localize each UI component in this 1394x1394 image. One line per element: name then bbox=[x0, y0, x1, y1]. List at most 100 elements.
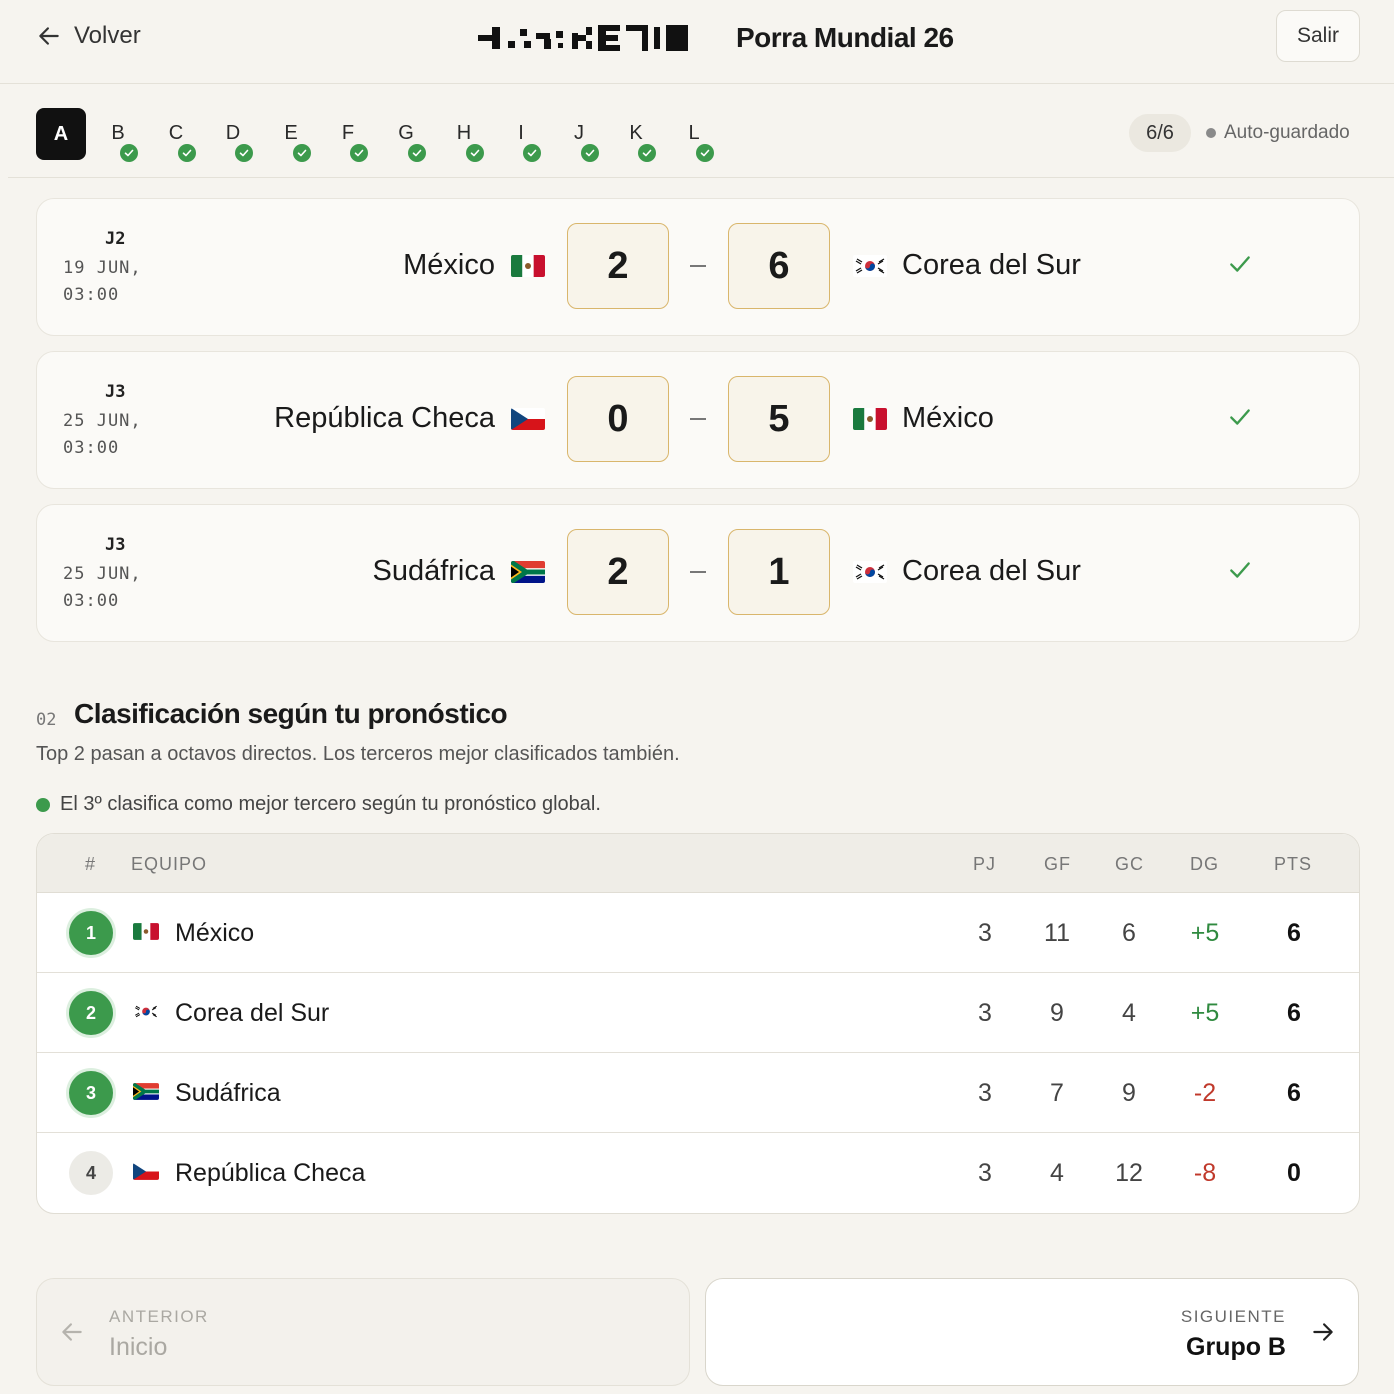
section-title: Clasificación según tu pronóstico bbox=[74, 698, 508, 729]
check-circle-icon bbox=[581, 144, 599, 162]
previous-button[interactable]: ANTERIOR Inicio bbox=[36, 1278, 690, 1386]
match-card: J2 19 JUN, 03:00 México 2 6 Corea del Su… bbox=[36, 198, 1360, 336]
col-position: # bbox=[85, 854, 97, 874]
points: 6 bbox=[1287, 1079, 1301, 1107]
tab-label: H bbox=[456, 122, 472, 144]
check-circle-icon bbox=[466, 144, 484, 162]
goals-against: 9 bbox=[1122, 1079, 1136, 1107]
autosave-label: Auto-guardado bbox=[1224, 122, 1350, 143]
match-card: J3 25 JUN, 03:00 República Checa 0 5 Méx… bbox=[36, 351, 1360, 489]
arrow-right-icon bbox=[1313, 1323, 1333, 1341]
match-date: 25 JUN, bbox=[63, 411, 142, 431]
brand-logo-icon bbox=[478, 25, 688, 51]
next-label: Grupo B bbox=[1186, 1333, 1286, 1361]
logout-button[interactable]: Salir bbox=[1276, 10, 1360, 62]
played: 3 bbox=[978, 919, 992, 947]
goals-for: 7 bbox=[1050, 1079, 1064, 1107]
goals-for: 11 bbox=[1044, 919, 1070, 947]
south-korea-flag-icon bbox=[853, 255, 887, 277]
away-team: Corea del Sur bbox=[902, 249, 1081, 281]
score-separator bbox=[690, 418, 706, 420]
points: 6 bbox=[1287, 919, 1301, 947]
mexico-flag-icon bbox=[853, 408, 887, 430]
check-circle-icon bbox=[293, 144, 311, 162]
points: 0 bbox=[1287, 1159, 1301, 1187]
czech-flag-icon bbox=[133, 1163, 159, 1180]
home-team: México bbox=[403, 249, 495, 281]
group-tabs-bar: A B C D E F G H I J K L 6/6 Auto-guardad… bbox=[8, 90, 1394, 178]
score-separator bbox=[690, 265, 706, 267]
next-caption: SIGUIENTE bbox=[1180, 1307, 1286, 1326]
check-circle-icon bbox=[408, 144, 426, 162]
check-icon bbox=[1230, 409, 1250, 425]
previous-caption: ANTERIOR bbox=[109, 1307, 209, 1326]
check-icon bbox=[1230, 256, 1250, 272]
away-score-input[interactable]: 6 bbox=[728, 223, 830, 309]
tab-label: I bbox=[518, 122, 524, 144]
match-card: J3 25 JUN, 03:00 Sudáfrica 2 1 Corea del… bbox=[36, 504, 1360, 642]
away-team: México bbox=[902, 402, 994, 434]
position-badge: 3 bbox=[69, 1071, 113, 1115]
table-header: # EQUIPO PJ GF GC DG PTS bbox=[37, 834, 1359, 893]
match-date: 19 JUN, bbox=[63, 258, 142, 278]
brand: Porra Mundial 26 bbox=[478, 22, 954, 54]
away-score-input[interactable]: 1 bbox=[728, 529, 830, 615]
goals-against: 4 bbox=[1122, 999, 1136, 1027]
check-circle-icon bbox=[120, 144, 138, 162]
col-team: EQUIPO bbox=[131, 854, 208, 874]
home-team: República Checa bbox=[274, 402, 495, 434]
away-score-input[interactable]: 5 bbox=[728, 376, 830, 462]
app-title: Porra Mundial 26 bbox=[736, 22, 954, 53]
tab-label: L bbox=[688, 122, 700, 144]
match-time: 03:00 bbox=[63, 285, 120, 305]
check-circle-icon bbox=[350, 144, 368, 162]
col-gc: GC bbox=[1115, 854, 1144, 874]
standings-table: # EQUIPO PJ GF GC DG PTS 1 México 3 11 6… bbox=[36, 833, 1360, 1214]
arrow-left-icon bbox=[62, 1323, 82, 1341]
check-circle-icon bbox=[235, 144, 253, 162]
table-row: 3 Sudáfrica 3 7 9 -2 6 bbox=[37, 1053, 1359, 1133]
home-score-input[interactable]: 2 bbox=[567, 223, 669, 309]
table-row: 2 Corea del Sur 3 9 4 +5 6 bbox=[37, 973, 1359, 1053]
tab-label: E bbox=[284, 122, 298, 144]
col-pts: PTS bbox=[1274, 854, 1313, 874]
match-time: 03:00 bbox=[63, 438, 120, 458]
south-africa-flag-icon bbox=[511, 561, 545, 583]
match-date: 25 JUN, bbox=[63, 564, 142, 584]
check-circle-icon bbox=[523, 144, 541, 162]
points: 6 bbox=[1287, 999, 1301, 1027]
green-dot-icon bbox=[36, 797, 50, 812]
check-circle-icon bbox=[638, 144, 656, 162]
team-name: Sudáfrica bbox=[175, 1079, 281, 1107]
position-badge: 2 bbox=[69, 991, 113, 1035]
qualification-note: El 3º clasifica como mejor tercero según… bbox=[36, 793, 601, 816]
home-score-input[interactable]: 0 bbox=[567, 376, 669, 462]
arrow-left-icon bbox=[39, 27, 59, 45]
mexico-flag-icon bbox=[133, 923, 159, 940]
tab-label: F bbox=[341, 122, 355, 144]
team-name: República Checa bbox=[175, 1159, 366, 1187]
goal-difference: -8 bbox=[1193, 1159, 1217, 1187]
match-round: J3 bbox=[105, 382, 126, 402]
position-badge: 1 bbox=[69, 911, 113, 955]
col-dg: DG bbox=[1190, 854, 1219, 874]
team-name: México bbox=[175, 919, 255, 947]
top-bar: Volver Porra Mundial 26 Salir bbox=[0, 0, 1394, 84]
tab-label: C bbox=[168, 122, 184, 144]
tab-label: D bbox=[225, 122, 241, 144]
goal-difference: +5 bbox=[1190, 919, 1220, 947]
match-datetime: 25 JUN, 03:00 bbox=[63, 561, 142, 615]
score-separator bbox=[690, 571, 706, 573]
check-circle-icon bbox=[696, 144, 714, 162]
check-icon bbox=[1230, 562, 1250, 578]
tab-group-a[interactable]: A bbox=[36, 108, 86, 160]
home-team: Sudáfrica bbox=[372, 555, 495, 587]
back-button[interactable]: Volver bbox=[36, 20, 141, 52]
back-label: Volver bbox=[74, 22, 141, 49]
check-circle-icon bbox=[178, 144, 196, 162]
tab-label: B bbox=[111, 122, 125, 144]
match-datetime: 19 JUN, 03:00 bbox=[63, 255, 142, 309]
next-button[interactable]: SIGUIENTE Grupo B bbox=[705, 1278, 1359, 1386]
home-score-input[interactable]: 2 bbox=[567, 529, 669, 615]
autosave-status: Auto-guardado bbox=[1206, 122, 1350, 144]
